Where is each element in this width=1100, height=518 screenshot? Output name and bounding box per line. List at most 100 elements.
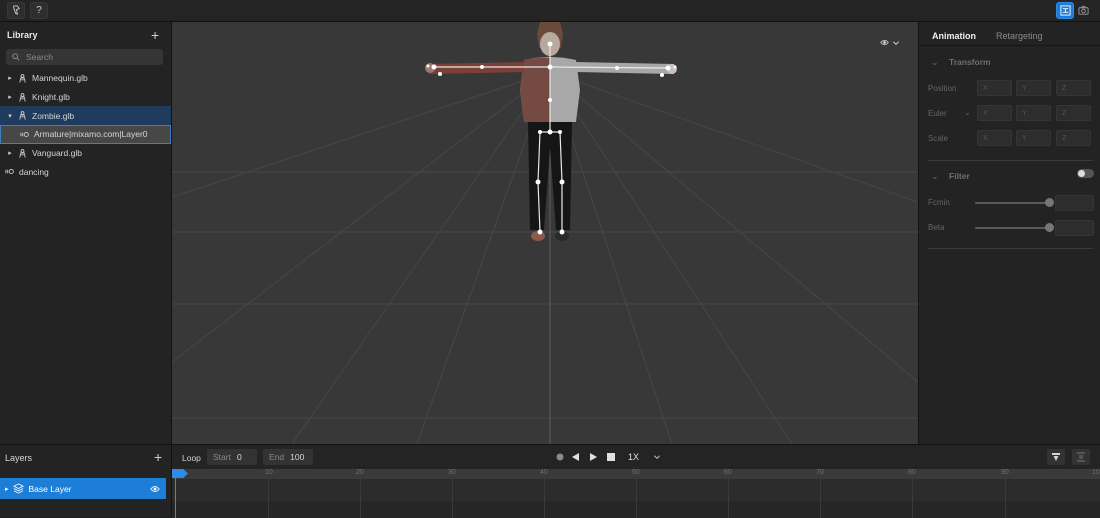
tree-item-knight[interactable]: ▸ Knight.glb [0, 88, 171, 107]
end-label: End [269, 452, 285, 462]
visibility-dropdown[interactable] [880, 38, 900, 47]
layout-toggle-button[interactable] [1056, 2, 1074, 19]
prev-frame-button[interactable] [570, 449, 582, 465]
keyframe-filter-button[interactable] [1047, 449, 1065, 465]
fcmin-value-input[interactable] [1055, 195, 1094, 211]
figure-icon [17, 92, 27, 102]
screenshot-button[interactable] [1074, 2, 1092, 19]
tree-item-label: Vanguard.glb [32, 148, 82, 159]
properties-panel: Animation Retargeting ⌄ Transform Positi… [918, 22, 1100, 444]
tree-item-armature-animation[interactable]: Armature|mixamo.com|Layer0 [0, 125, 171, 144]
fcmin-label: Fcmin [928, 198, 950, 207]
feedback-button[interactable] [7, 2, 25, 19]
section-divider [928, 160, 1093, 161]
time-ruler[interactable]: 0 10 20 30 40 50 60 70 80 90 10 [172, 469, 1100, 479]
position-label: Position [928, 84, 957, 93]
search-input[interactable]: Search [6, 49, 163, 65]
fcmin-slider[interactable] [975, 202, 1049, 204]
position-y-input[interactable]: Y [1016, 80, 1051, 96]
stop-button[interactable] [605, 449, 617, 465]
tick-label: 40 [540, 469, 548, 476]
grid-line [728, 479, 729, 518]
grid-line [912, 479, 913, 518]
record-button[interactable] [554, 449, 565, 465]
expand-arrow-icon[interactable]: ▸ [5, 93, 15, 101]
start-value: 0 [236, 452, 242, 462]
help-button[interactable]: ? [30, 2, 48, 19]
play-icon [590, 453, 597, 461]
figure-icon [17, 148, 27, 158]
tree-item-label: Mannequin.glb [32, 73, 88, 84]
character-model[interactable] [172, 22, 918, 444]
tree-item-label: Armature|mixamo.com|Layer0 [34, 129, 148, 140]
tick-label: 90 [1001, 469, 1009, 476]
tree-item-dancing[interactable]: dancing [0, 162, 171, 181]
play-button[interactable] [587, 449, 599, 465]
eye-icon[interactable] [150, 484, 160, 494]
chevron-down-icon [654, 455, 661, 459]
euler-z-input[interactable]: Z [1056, 105, 1091, 121]
layer-item-base[interactable]: ▸ Base Layer [0, 478, 166, 499]
tree-item-mannequin[interactable]: ▸ Mannequin.glb [0, 69, 171, 88]
layers-icon [12, 483, 24, 494]
animation-icon [19, 129, 29, 139]
tab-animation[interactable]: Animation [932, 31, 976, 41]
add-layer-icon[interactable]: + [154, 450, 162, 464]
tab-retargeting[interactable]: Retargeting [996, 31, 1043, 41]
tick-label: 80 [908, 469, 916, 476]
record-icon [556, 453, 563, 461]
timeline-panel: Loop Start 0 End 100 1X 0 10 20 30 40 50… [172, 444, 1100, 518]
add-asset-icon[interactable]: + [151, 28, 159, 42]
eye-icon [880, 39, 889, 46]
play-reverse-icon [572, 453, 579, 461]
loop-toggle[interactable]: Loop [182, 453, 201, 463]
help-icon: ? [36, 5, 42, 16]
expand-arrow-icon[interactable]: ▸ [5, 485, 9, 493]
chevron-down-icon [893, 40, 899, 45]
end-frame-input[interactable]: End 100 [263, 449, 313, 465]
start-frame-input[interactable]: Start 0 [207, 449, 257, 465]
position-x-input[interactable]: X [977, 80, 1012, 96]
scale-z-input[interactable]: Z [1056, 130, 1091, 146]
top-toolbar: ? [0, 0, 1100, 22]
euler-y-input[interactable]: Y [1016, 105, 1051, 121]
scale-y-input[interactable]: Y [1016, 130, 1051, 146]
position-z-input[interactable]: Z [1056, 80, 1091, 96]
fcmin-slider-handle[interactable] [1045, 198, 1054, 207]
expand-arrow-icon[interactable]: ▸ [5, 149, 15, 157]
euler-order-dropdown-icon[interactable]: ⌄ [964, 108, 971, 117]
asset-tree: ▸ Mannequin.glb ▸ Knight.glb ▾ Zombie.gl… [0, 69, 171, 181]
end-value: 100 [290, 452, 305, 462]
expand-arrow-icon[interactable]: ▸ [5, 74, 15, 82]
speed-select[interactable]: 1X [628, 449, 668, 465]
collapse-arrow-icon[interactable]: ▾ [5, 112, 15, 120]
euler-x-input[interactable]: X [977, 105, 1012, 121]
euler-label: Euler [928, 109, 947, 118]
tree-item-zombie[interactable]: ▾ Zombie.glb [0, 106, 171, 126]
figure-icon [17, 73, 27, 83]
library-panel: Library + Search ▸ Mannequin.glb ▸ Knigh… [0, 22, 172, 444]
chevron-down-icon[interactable]: ⌄ [931, 57, 939, 68]
tick-label: 10 [1092, 469, 1100, 476]
layout-icon [1059, 5, 1071, 16]
chevron-down-icon[interactable]: ⌄ [931, 171, 939, 182]
speed-value: 1X [628, 452, 640, 462]
beta-value-input[interactable] [1055, 220, 1094, 236]
tree-item-vanguard[interactable]: ▸ Vanguard.glb [0, 144, 171, 163]
filter-toggle[interactable] [1077, 169, 1094, 178]
tree-item-label: dancing [19, 166, 49, 177]
tick-label: 20 [356, 469, 364, 476]
beta-slider[interactable] [975, 227, 1049, 229]
align-icon [1077, 452, 1085, 462]
library-title: Library [7, 30, 38, 40]
beta-slider-handle[interactable] [1045, 223, 1054, 232]
timeline-layout-button[interactable] [1072, 449, 1090, 465]
stop-icon [607, 453, 615, 461]
3d-viewport[interactable] [172, 22, 918, 444]
feedback-icon [12, 5, 20, 15]
filter-icon [1052, 453, 1060, 461]
scale-x-input[interactable]: X [977, 130, 1012, 146]
start-label: Start [213, 452, 231, 462]
grid-line [268, 479, 269, 518]
search-icon [12, 53, 20, 61]
